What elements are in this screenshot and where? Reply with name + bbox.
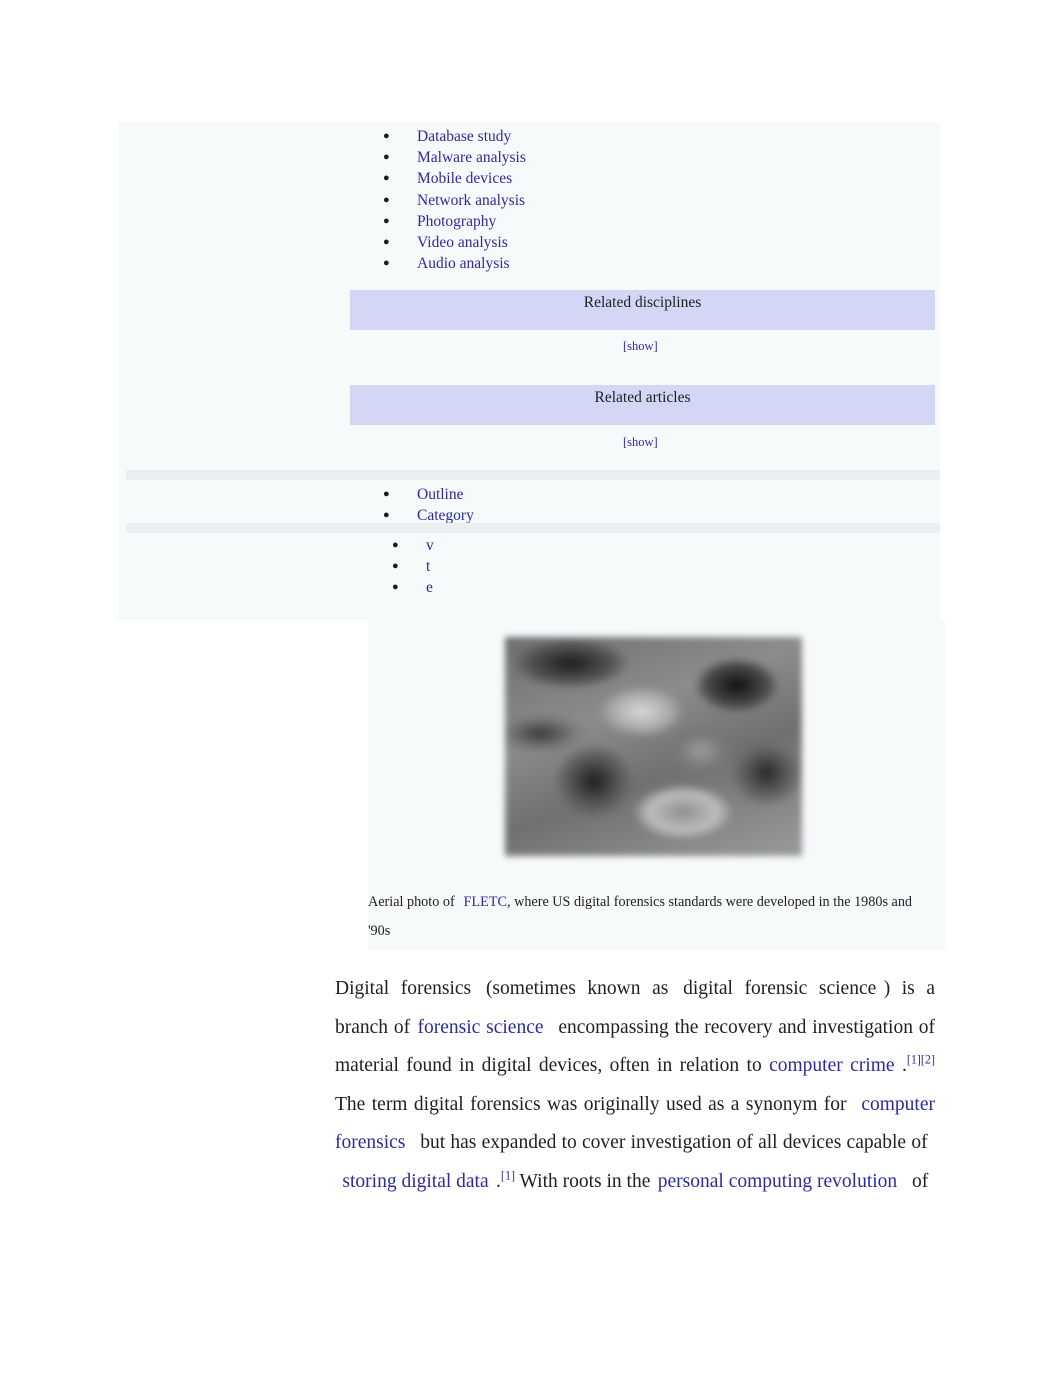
technique-link[interactable]: Malware analysis xyxy=(417,149,526,166)
caption-link-fletc[interactable]: FLETC xyxy=(464,894,507,910)
article-page: Database study Malware analysis Mobile d… xyxy=(0,0,1062,1376)
aerial-photo-image[interactable] xyxy=(505,637,802,856)
citation-ref-3[interactable]: [1] xyxy=(501,1168,515,1182)
list-item[interactable]: v xyxy=(392,534,434,556)
link-personal-computing-revolution[interactable]: personal computing revolution xyxy=(658,1171,897,1192)
article-body: Digital forensics (sometimes known as digi… xyxy=(335,970,935,1202)
link-storing-digital-data[interactable]: storing digital data xyxy=(342,1171,488,1192)
caption-text-pre: Aerial photo of xyxy=(368,894,455,910)
collapsible-title: Related disciplines xyxy=(583,294,702,311)
technique-link[interactable]: Video analysis xyxy=(417,234,508,251)
paren-open-text: (sometimes known as xyxy=(485,978,669,999)
body-text-of: of xyxy=(911,1170,929,1192)
link-forensic-science[interactable]: forensic science xyxy=(418,1017,544,1038)
list-item[interactable]: Photography xyxy=(383,210,526,232)
list-item[interactable]: Database study xyxy=(383,125,526,147)
nav-link-category[interactable]: Category xyxy=(417,507,474,524)
techniques-list: Database study Malware analysis Mobile d… xyxy=(383,125,526,274)
divider xyxy=(126,470,940,480)
link-computer-crime[interactable]: computer crime xyxy=(769,1055,894,1076)
list-item[interactable]: e xyxy=(392,576,434,598)
list-item[interactable]: Malware analysis xyxy=(383,146,526,168)
lead-paragraph: Digital forensics (sometimes known as digi… xyxy=(335,970,935,1202)
divider xyxy=(126,523,940,533)
list-item[interactable]: Video analysis xyxy=(383,231,526,253)
figure-panel: Aerial photo of FLETC, where US digital … xyxy=(368,620,945,950)
collapsible-title: Related articles xyxy=(594,389,691,406)
list-item[interactable]: Outline xyxy=(383,483,474,505)
body-text-roots: With roots in the xyxy=(519,1170,651,1192)
collapsible-header-related-disciplines[interactable]: Related disciplines xyxy=(350,290,935,330)
citation-ref-2[interactable]: [2] xyxy=(921,1053,935,1067)
vte-link-talk[interactable]: t xyxy=(426,558,430,575)
list-item[interactable]: Audio analysis xyxy=(383,252,526,274)
technique-link[interactable]: Network analysis xyxy=(417,192,525,209)
technique-link[interactable]: Database study xyxy=(417,128,511,145)
collapsible-header-related-articles[interactable]: Related articles xyxy=(350,385,935,425)
vte-list: v t e xyxy=(392,534,434,599)
technique-link[interactable]: Audio analysis xyxy=(417,255,510,272)
vte-link-view[interactable]: v xyxy=(426,537,434,554)
navigation-list: Outline Category xyxy=(383,483,474,526)
vte-link-edit[interactable]: e xyxy=(426,579,433,596)
infobox-panel: Database study Malware analysis Mobile d… xyxy=(118,122,940,620)
technique-link[interactable]: Mobile devices xyxy=(417,170,512,187)
term-digital-forensics: Digital forensics xyxy=(335,978,472,999)
figure-caption: Aerial photo of FLETC, where US digital … xyxy=(368,888,913,946)
nav-link-outline[interactable]: Outline xyxy=(417,486,464,503)
list-item[interactable]: t xyxy=(392,555,434,577)
citation-group-1: [1][2] xyxy=(907,1053,935,1067)
body-text-term-synonym: The term digital forensics was originall… xyxy=(335,1093,847,1115)
body-text-expanded: but has expanded to cover investigation … xyxy=(420,1132,928,1154)
list-item[interactable]: Mobile devices xyxy=(383,167,526,189)
show-toggle-related-disciplines[interactable]: [show] xyxy=(623,339,658,354)
show-toggle-related-articles[interactable]: [show] xyxy=(623,435,658,450)
citation-ref-1[interactable]: [1] xyxy=(907,1053,921,1067)
term-digital-forensic-science: digital forensic science xyxy=(683,978,877,999)
technique-link[interactable]: Photography xyxy=(417,213,496,230)
list-item[interactable]: Network analysis xyxy=(383,189,526,211)
citation-group-2: [1] xyxy=(501,1168,515,1182)
